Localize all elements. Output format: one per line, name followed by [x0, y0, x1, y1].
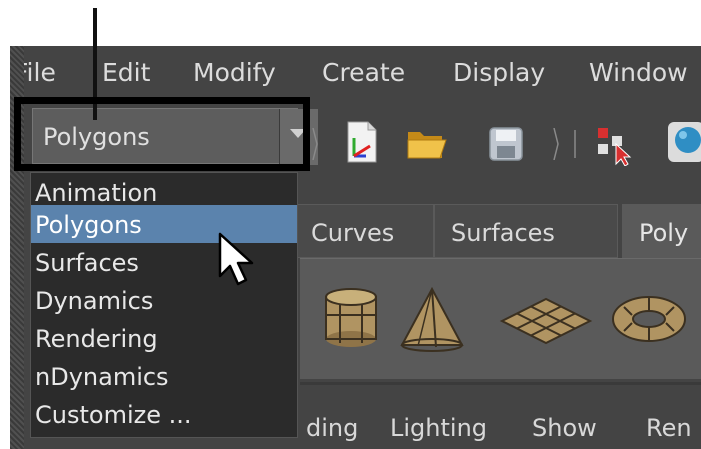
- toolbar-separator: [574, 130, 576, 158]
- shelf-tab-poly[interactable]: Poly: [622, 204, 701, 258]
- mouse-cursor-icon: [218, 232, 254, 286]
- sphere-icon[interactable]: [664, 118, 701, 166]
- menu-modify[interactable]: Modify: [193, 46, 276, 96]
- cylinder-icon[interactable]: [318, 285, 384, 351]
- plane-icon[interactable]: [498, 285, 594, 351]
- open-folder-icon[interactable]: [404, 118, 448, 166]
- select-by-component-icon[interactable]: [592, 118, 636, 166]
- toolbar-separator: [553, 128, 559, 160]
- dropdown-item-ndynamics[interactable]: nDynamics: [31, 357, 297, 395]
- dropdown-item-customize[interactable]: Customize ...: [31, 395, 297, 433]
- shelf-tab-surfaces[interactable]: Surfaces: [434, 204, 618, 258]
- menu-set-dropdown: Animation Polygons Surfaces Dynamics Ren…: [30, 172, 298, 438]
- panel-menu-lighting[interactable]: Lighting: [390, 385, 487, 449]
- menu-display[interactable]: Display: [453, 46, 545, 96]
- panel-menu-show[interactable]: Show: [532, 385, 597, 449]
- menu-bar: File Edit Modify Create Display Window: [10, 46, 701, 96]
- cone-icon[interactable]: [396, 285, 468, 353]
- menu-window[interactable]: Window: [589, 46, 688, 96]
- shelf-tab-curves[interactable]: Curves: [294, 204, 434, 258]
- panel-menu-shading[interactable]: ding: [306, 385, 358, 449]
- annotation-highlight-box: [14, 97, 310, 171]
- panel-menu-renderer[interactable]: Ren: [646, 385, 692, 449]
- panel-menu-bar: ding Lighting Show Ren: [300, 382, 701, 449]
- menu-edit[interactable]: Edit: [102, 46, 150, 96]
- shelf-panel: [300, 258, 701, 379]
- torus-icon[interactable]: [604, 285, 694, 351]
- dropdown-item-rendering[interactable]: Rendering: [31, 319, 297, 357]
- new-scene-icon[interactable]: [340, 118, 384, 166]
- save-disk-icon[interactable]: [484, 118, 528, 166]
- menu-create[interactable]: Create: [322, 46, 405, 96]
- toolbar-separator: [312, 128, 318, 160]
